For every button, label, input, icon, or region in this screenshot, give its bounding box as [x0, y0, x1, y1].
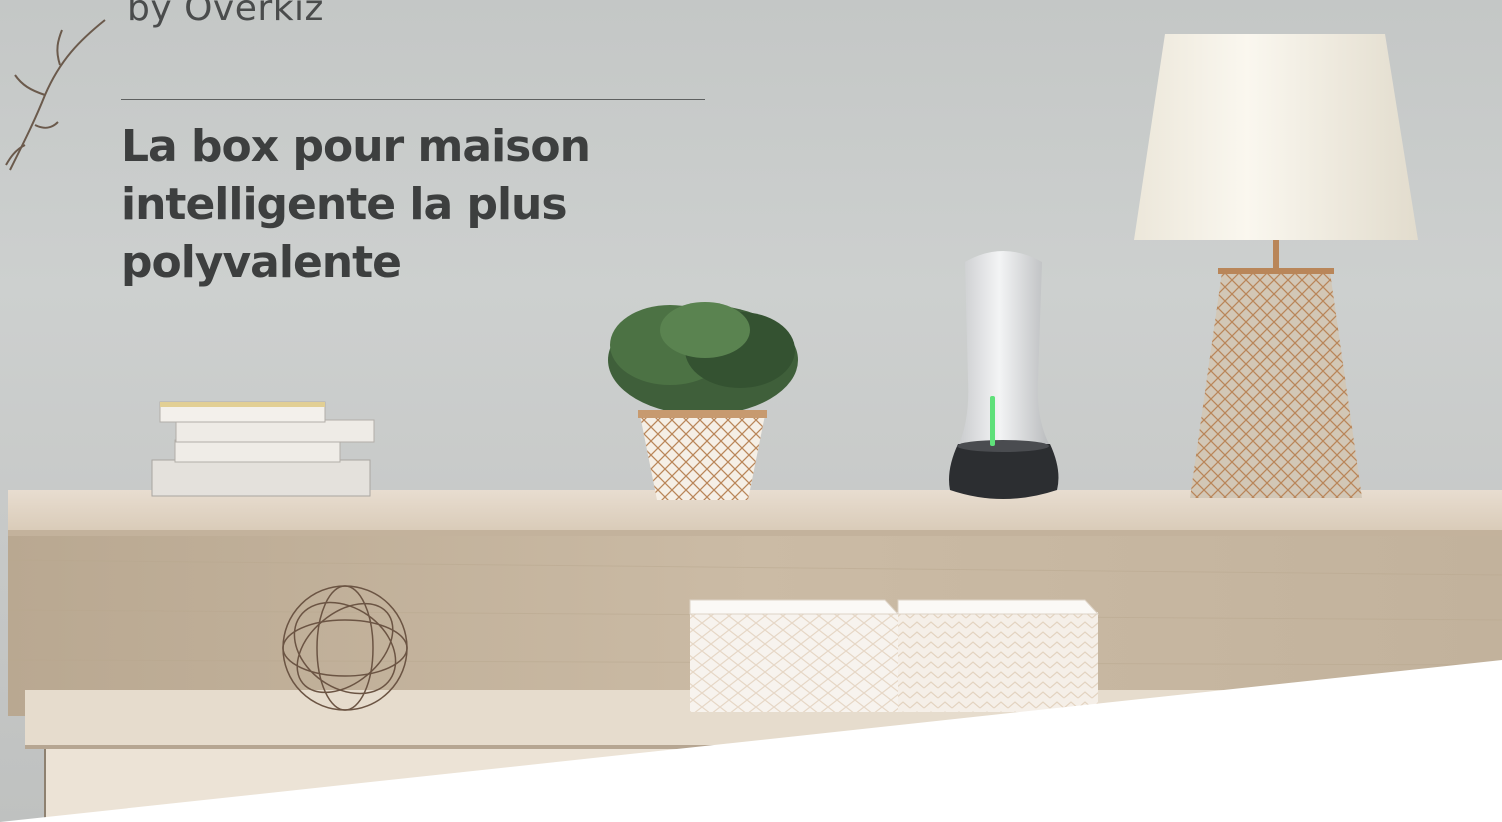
potted-plant	[608, 302, 798, 500]
divider-line	[121, 99, 705, 100]
storage-boxes	[689, 599, 1100, 712]
book-stack	[151, 401, 375, 497]
headline-line-1: La box pour maison	[121, 121, 591, 172]
headline: La box pour maison intelligente la plus …	[121, 118, 641, 292]
branch-twig	[5, 19, 106, 171]
status-led-icon	[990, 396, 995, 446]
smart-home-hub	[949, 251, 1059, 499]
headline-line-3: polyvalente	[121, 237, 402, 288]
hero-scene: by Overkiz La box pour maison intelligen…	[0, 0, 1502, 822]
brand-subtitle: by Overkiz	[127, 0, 324, 29]
headline-line-2: intelligente la plus	[121, 179, 568, 230]
table-lamp	[1134, 34, 1418, 498]
